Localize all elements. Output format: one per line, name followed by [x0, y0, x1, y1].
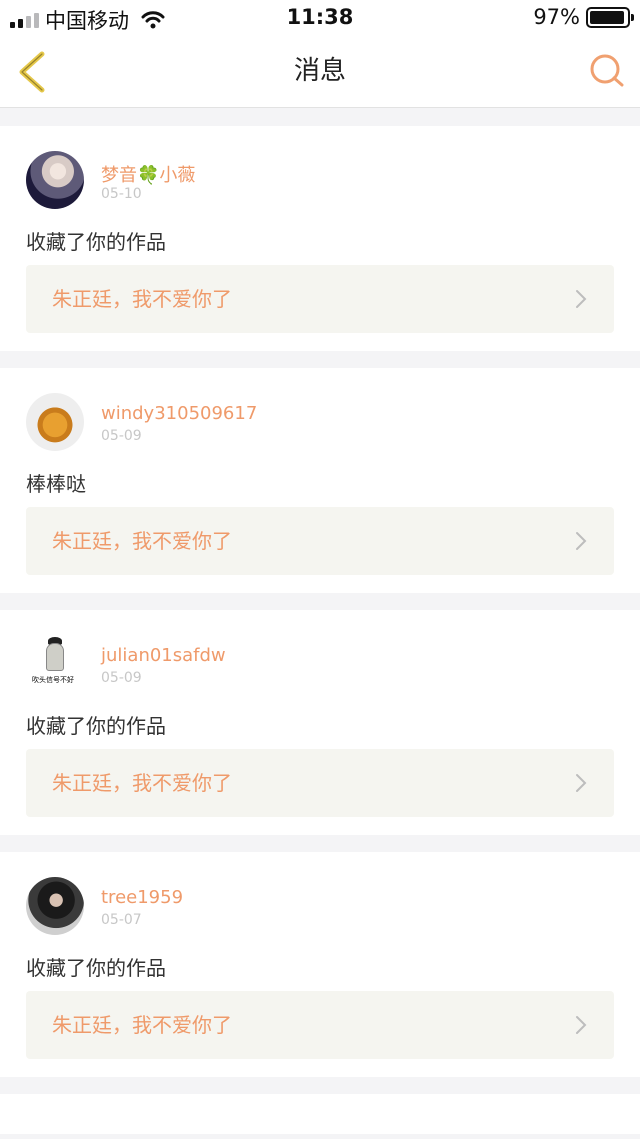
message-date: 05-10: [101, 186, 142, 202]
work-title: 朱正廷，我不爱你了: [52, 1013, 232, 1037]
username[interactable]: windy310509617: [101, 403, 257, 424]
avatar[interactable]: 吹头信号不好: [26, 635, 84, 693]
status-bar-right: 97%: [533, 5, 634, 29]
message-content: 收藏了你的作品: [26, 230, 166, 254]
list-item: 吹头信号不好 julian01safdw 05-09 收藏了你的作品 朱正廷，我…: [0, 610, 640, 835]
message-content: 收藏了你的作品: [26, 714, 166, 738]
list-item: 梦音🍀小薇 05-10 收藏了你的作品 朱正廷，我不爱你了: [0, 126, 640, 351]
figure-icon: [46, 643, 64, 671]
avatar[interactable]: [26, 877, 84, 935]
chevron-right-icon: [576, 1016, 587, 1034]
chevron-right-icon: [576, 774, 587, 792]
work-title: 朱正廷，我不爱你了: [52, 771, 232, 795]
battery-percent: 97%: [533, 5, 580, 29]
status-bar: 中国移动 11:38 97%: [0, 0, 640, 34]
message-list: 梦音🍀小薇 05-10 收藏了你的作品 朱正廷，我不爱你了 windy31050…: [0, 126, 640, 1134]
nav-bar: 消息: [0, 34, 640, 108]
message-date: 05-07: [101, 912, 142, 928]
work-link[interactable]: 朱正廷，我不爱你了: [26, 749, 614, 817]
message-content: 棒棒哒: [26, 472, 86, 496]
work-link[interactable]: 朱正廷，我不爱你了: [26, 507, 614, 575]
list-item: windy310509617 05-09 棒棒哒 朱正廷，我不爱你了: [0, 368, 640, 593]
message-date: 05-09: [101, 670, 142, 686]
username[interactable]: julian01safdw: [101, 645, 226, 666]
work-link[interactable]: 朱正廷，我不爱你了: [26, 991, 614, 1059]
page-title: 消息: [293, 56, 346, 86]
message-content: 收藏了你的作品: [26, 956, 166, 980]
username[interactable]: tree1959: [101, 887, 183, 908]
list-item: [0, 1094, 640, 1134]
work-link[interactable]: 朱正廷，我不爱你了: [26, 265, 614, 333]
chevron-right-icon: [576, 290, 587, 308]
work-title: 朱正廷，我不爱你了: [52, 529, 232, 553]
avatar-caption: 吹头信号不好: [32, 676, 74, 684]
search-icon[interactable]: [588, 52, 626, 90]
chevron-right-icon: [576, 532, 587, 550]
list-item: tree1959 05-07 收藏了你的作品 朱正廷，我不爱你了: [0, 852, 640, 1077]
username[interactable]: 梦音🍀小薇: [101, 161, 195, 187]
battery-icon: [586, 6, 634, 28]
message-date: 05-09: [101, 428, 142, 444]
work-title: 朱正廷，我不爱你了: [52, 287, 232, 311]
avatar[interactable]: [26, 393, 84, 451]
avatar[interactable]: [26, 151, 84, 209]
